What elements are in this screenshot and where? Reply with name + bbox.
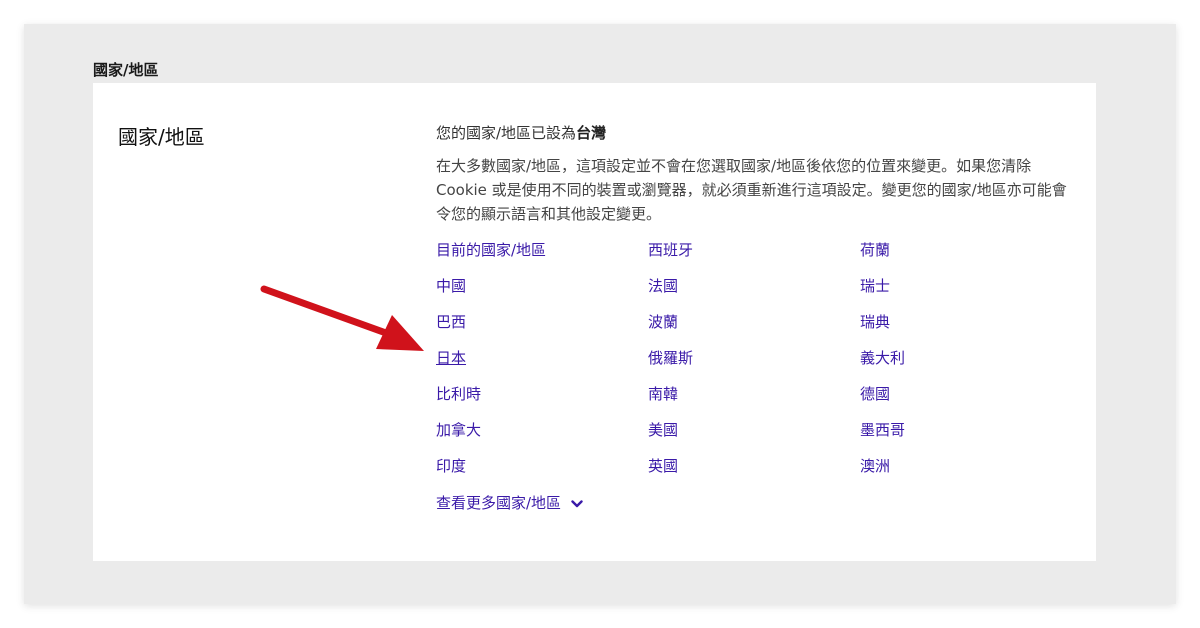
country-link-japan[interactable]: 日本 [436,347,466,368]
country-link[interactable]: 墨西哥 [860,419,905,440]
see-more-countries-button[interactable]: 查看更多國家/地區 [436,492,583,513]
country-link[interactable]: 比利時 [436,383,481,404]
card-title: 國家/地區 [118,125,205,149]
country-link[interactable]: 德國 [860,383,890,404]
country-link[interactable]: 波蘭 [648,311,678,332]
country-link[interactable]: 印度 [436,455,466,476]
country-link[interactable]: 中國 [436,275,466,296]
see-more-label: 查看更多國家/地區 [436,494,562,512]
country-link[interactable]: 荷蘭 [860,239,890,260]
country-link[interactable]: 瑞士 [860,275,890,296]
country-link[interactable]: 義大利 [860,347,905,368]
country-link[interactable]: 美國 [648,419,678,440]
country-link[interactable]: 加拿大 [436,419,481,440]
country-description: 在大多數國家/地區，這項設定並不會在您選取國家/地區後依您的位置來變更。如果您清… [436,157,1067,223]
country-link[interactable]: 瑞典 [860,311,890,332]
section-label: 國家/地區 [93,61,159,79]
country-link[interactable]: 俄羅斯 [648,347,693,368]
chevron-down-icon [571,494,583,512]
country-link[interactable]: 澳洲 [860,455,890,476]
country-list: 目前的國家/地區 中國 巴西 日本 比利時 加拿大 印度 西班牙 法國 波蘭 俄… [436,239,996,499]
country-settings-card: 國家/地區 您的國家/地區已設為台灣 在大多數國家/地區，這項設定並不會在您選取… [93,83,1096,561]
country-link[interactable]: 法國 [648,275,678,296]
country-link[interactable]: 巴西 [436,311,466,332]
current-country-prefix: 您的國家/地區已設為 [436,124,577,142]
country-link[interactable]: 南韓 [648,383,678,404]
red-arrow-icon [258,283,430,359]
current-country-value: 台灣 [576,124,607,142]
country-link[interactable]: 英國 [648,455,678,476]
country-link[interactable]: 西班牙 [648,239,693,260]
country-link[interactable]: 目前的國家/地區 [436,239,546,260]
current-country-text: 您的國家/地區已設為台灣 [436,122,606,143]
